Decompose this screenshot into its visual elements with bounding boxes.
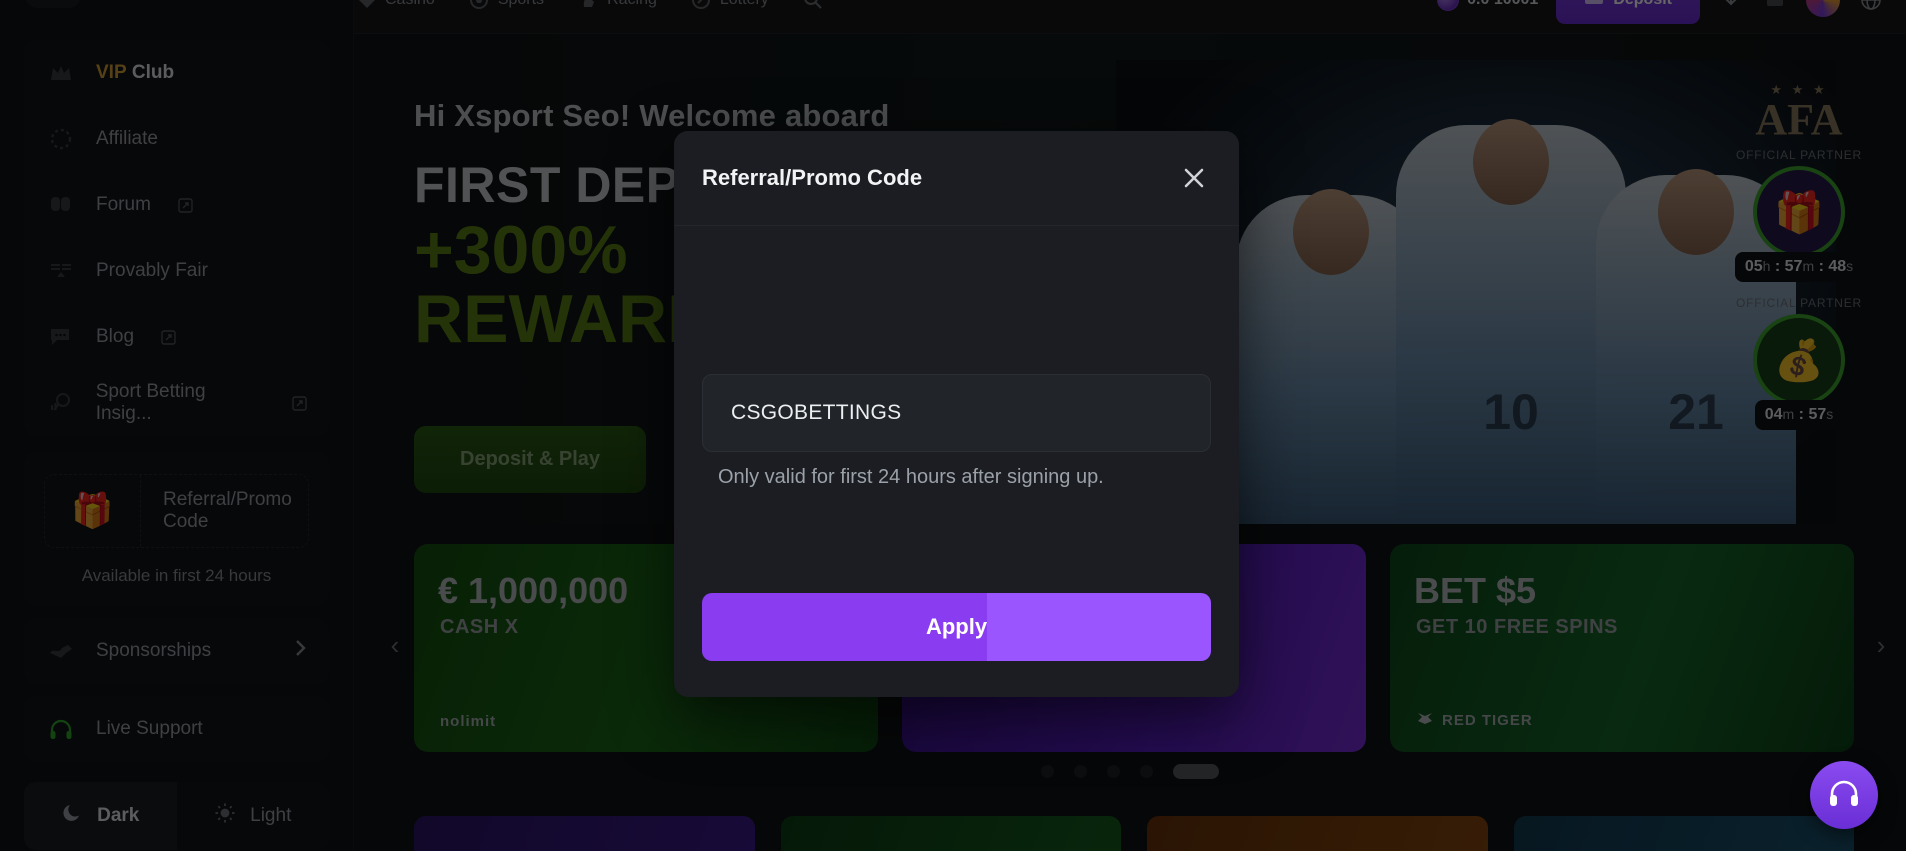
promo-code-helper-text: Only valid for first 24 hours after sign… xyxy=(718,466,1104,488)
referral-promo-code-modal: Referral/Promo Code CSGOBETTINGS Only va… xyxy=(674,131,1239,697)
modal-footer: Apply xyxy=(674,593,1239,697)
modal-title: Referral/Promo Code xyxy=(702,165,923,190)
headset-icon xyxy=(1827,778,1861,813)
promo-code-input[interactable]: CSGOBETTINGS xyxy=(702,374,1211,452)
modal-body: CSGOBETTINGS Only valid for first 24 hou… xyxy=(674,226,1239,593)
modal-header: Referral/Promo Code xyxy=(674,131,1239,226)
close-icon[interactable] xyxy=(1177,161,1211,195)
apply-button[interactable]: Apply xyxy=(702,593,1211,661)
live-chat-button[interactable] xyxy=(1810,761,1878,829)
promo-code-value: CSGOBETTINGS xyxy=(731,401,902,424)
app-root: BC.GAME Casino Sports Racing xyxy=(0,0,1906,851)
